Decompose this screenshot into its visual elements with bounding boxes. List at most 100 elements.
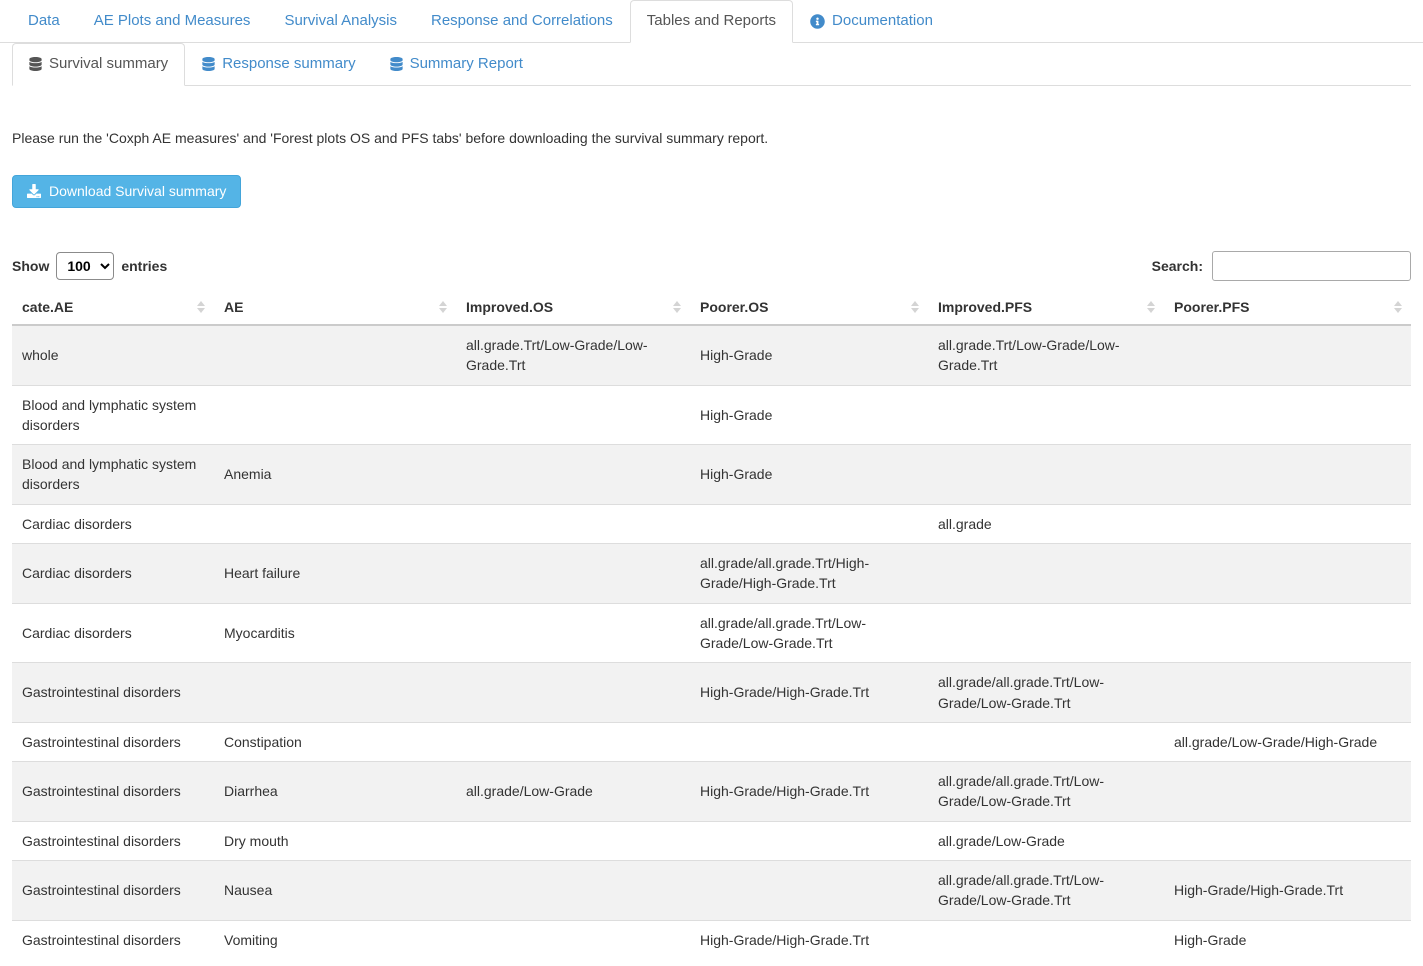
table-cell: High-Grade/High-Grade.Trt — [690, 762, 928, 822]
sort-icon — [911, 301, 919, 313]
table-cell — [1164, 445, 1411, 505]
tab-label: Tables and Reports — [647, 12, 776, 31]
tab-documentation[interactable]: Documentation — [793, 0, 950, 43]
tab-data[interactable]: Data — [11, 0, 77, 43]
table-cell — [214, 325, 456, 385]
table-cell: Cardiac disorders — [12, 544, 214, 604]
tab-ae-plots-and-measures[interactable]: AE Plots and Measures — [77, 0, 268, 43]
download-button-label: Download Survival summary — [49, 183, 226, 201]
table-cell: Cardiac disorders — [12, 504, 214, 543]
table-cell — [456, 504, 690, 543]
tab-response-and-correlations[interactable]: Response and Correlations — [414, 0, 630, 43]
column-header-label: Improved.OS — [466, 299, 553, 315]
show-label: Show — [12, 258, 49, 274]
table-cell: High-Grade — [690, 325, 928, 385]
column-header-improved-os[interactable]: Improved.OS — [456, 290, 690, 325]
main-nav: Data AE Plots and Measures Survival Anal… — [0, 0, 1423, 43]
subtab-summary-report[interactable]: Summary Report — [373, 43, 540, 86]
column-header-cate-ae[interactable]: cate.AE — [12, 290, 214, 325]
table-cell — [456, 385, 690, 445]
subtab-label: Response summary — [222, 55, 355, 74]
table-cell — [456, 663, 690, 723]
table-cell — [456, 722, 690, 761]
table-cell — [928, 385, 1164, 445]
table-row: Gastrointestinal disordersDiarrheaall.gr… — [12, 762, 1411, 822]
sort-icon — [1147, 301, 1155, 313]
column-header-improved-pfs[interactable]: Improved.PFS — [928, 290, 1164, 325]
entries-label: entries — [121, 258, 167, 274]
table-cell — [928, 544, 1164, 604]
database-icon — [202, 57, 215, 71]
column-header-poorer-os[interactable]: Poorer.OS — [690, 290, 928, 325]
table-cell — [214, 504, 456, 543]
table-cell: all.grade — [928, 504, 1164, 543]
table-cell: Cardiac disorders — [12, 603, 214, 663]
info-circle-icon — [810, 14, 825, 29]
table-cell: all.grade/all.grade.Trt/Low-Grade/Low-Gr… — [928, 861, 1164, 921]
table-cell: Vomiting — [214, 920, 456, 959]
database-icon — [29, 57, 42, 71]
table-row: Gastrointestinal disordersDry mouthall.g… — [12, 821, 1411, 860]
table-cell — [928, 920, 1164, 959]
sort-icon — [439, 301, 447, 313]
table-cell — [456, 821, 690, 860]
table-cell: all.grade/all.grade.Trt/Low-Grade/Low-Gr… — [690, 603, 928, 663]
table-cell: Blood and lymphatic system disorders — [12, 385, 214, 445]
table-cell — [690, 504, 928, 543]
table-cell: Nausea — [214, 861, 456, 921]
table-cell — [928, 603, 1164, 663]
table-cell: Gastrointestinal disorders — [12, 762, 214, 822]
download-icon — [27, 184, 41, 198]
report-subnav: Survival summary Response summary Summar… — [12, 43, 1411, 86]
table-cell — [1164, 663, 1411, 723]
tab-survival-analysis[interactable]: Survival Analysis — [267, 0, 414, 43]
table-row: Gastrointestinal disordersConstipational… — [12, 722, 1411, 761]
table-cell: Anemia — [214, 445, 456, 505]
table-cell: all.grade.Trt/Low-Grade/Low-Grade.Trt — [928, 325, 1164, 385]
page-length-select[interactable]: 100 — [56, 252, 114, 280]
sort-icon — [1394, 301, 1402, 313]
table-cell: Myocarditis — [214, 603, 456, 663]
table-cell: High-Grade/High-Grade.Trt — [1164, 861, 1411, 921]
table-cell — [690, 722, 928, 761]
column-header-label: AE — [224, 299, 243, 315]
subtab-response-summary[interactable]: Response summary — [185, 43, 372, 86]
table-cell: Heart failure — [214, 544, 456, 604]
table-cell: all.grade/Low-Grade — [456, 762, 690, 822]
tab-label: Documentation — [832, 12, 933, 31]
table-cell: all.grade.Trt/Low-Grade/Low-Grade.Trt — [456, 325, 690, 385]
table-cell — [1164, 385, 1411, 445]
subtab-survival-summary[interactable]: Survival summary — [12, 43, 185, 86]
table-cell — [690, 821, 928, 860]
search-control: Search: — [1152, 251, 1411, 281]
table-row: Blood and lymphatic system disordersHigh… — [12, 385, 1411, 445]
table-row: whole all.grade.Trt/Low-Grade/Low-Grade.T… — [12, 325, 1411, 385]
table-cell: Constipation — [214, 722, 456, 761]
table-row: Cardiac disordersMyocarditis all.grade/al… — [12, 603, 1411, 663]
table-cell: Gastrointestinal disorders — [12, 821, 214, 860]
tab-tables-and-reports[interactable]: Tables and Reports — [630, 0, 793, 43]
table-cell — [1164, 603, 1411, 663]
table-row: Gastrointestinal disordersVomitingHigh-G… — [12, 920, 1411, 959]
table-cell: all.grade/all.grade.Trt/High-Grade/High-… — [690, 544, 928, 604]
table-cell: High-Grade/High-Grade.Trt — [690, 663, 928, 723]
download-survival-summary-button[interactable]: Download Survival summary — [12, 175, 241, 209]
table-row: Cardiac disordersHeart failure all.grade/… — [12, 544, 1411, 604]
table-cell: High-Grade — [690, 445, 928, 505]
column-header-ae[interactable]: AE — [214, 290, 456, 325]
table-cell — [1164, 325, 1411, 385]
column-header-poorer-pfs[interactable]: Poorer.PFS — [1164, 290, 1411, 325]
table-header-row: cate.AE AE Improved.OS Poorer.OS Improve… — [12, 290, 1411, 325]
table-cell: whole — [12, 325, 214, 385]
table-cell — [456, 544, 690, 604]
table-row: Blood and lymphatic system disordersAnem… — [12, 445, 1411, 505]
search-input[interactable] — [1212, 251, 1411, 281]
table-cell: Dry mouth — [214, 821, 456, 860]
table-cell — [456, 445, 690, 505]
table-cell — [456, 603, 690, 663]
table-body: whole all.grade.Trt/Low-Grade/Low-Grade.T… — [12, 325, 1411, 959]
table-cell: Gastrointestinal disorders — [12, 722, 214, 761]
table-cell — [1164, 762, 1411, 822]
table-cell — [928, 445, 1164, 505]
subtab-label: Summary Report — [410, 55, 523, 74]
